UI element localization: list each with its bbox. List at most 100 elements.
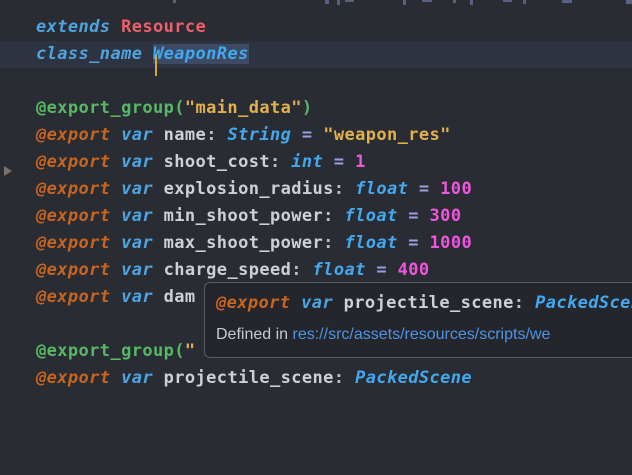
code-editor: extends Resource class_name WeaponRes @exp… bbox=[0, 0, 632, 475]
code-token: @export bbox=[216, 293, 291, 313]
code-token: ) bbox=[301, 98, 313, 118]
code-token: = bbox=[397, 206, 430, 226]
code-token: projectile_scene bbox=[333, 293, 514, 313]
code-line[interactable]: @export var projectile_scene: PackedScen… bbox=[0, 365, 632, 392]
code-token: var bbox=[121, 287, 153, 307]
code-token: float bbox=[355, 179, 409, 199]
code-token: @export bbox=[36, 287, 111, 307]
code-token: 100 bbox=[440, 179, 473, 199]
clipped-glyph-fragment bbox=[403, 0, 406, 5]
code-token: 1 bbox=[355, 152, 366, 172]
code-line[interactable]: @export var name: String = "weapon_res" bbox=[0, 122, 632, 149]
code-token: : bbox=[323, 206, 345, 226]
clipped-glyph-fragment bbox=[626, 0, 632, 4]
code-token: 400 bbox=[397, 260, 430, 280]
code-line[interactable]: class_name WeaponRes bbox=[0, 41, 632, 68]
clipped-glyph-fragment bbox=[453, 0, 456, 3]
code-token: : bbox=[269, 152, 292, 172]
code-token: name bbox=[153, 125, 207, 145]
code-token: @export bbox=[36, 260, 111, 280]
code-token: min_shoot_power bbox=[153, 206, 324, 226]
code-token: @export_group( bbox=[36, 98, 185, 118]
code-token: shoot_cost bbox=[153, 152, 270, 172]
code-token: @export bbox=[36, 368, 111, 388]
code-token: int bbox=[291, 152, 324, 172]
code-token: Resource bbox=[121, 17, 207, 37]
code-token: 1000 bbox=[429, 233, 473, 253]
code-token: = bbox=[365, 260, 398, 280]
code-line[interactable]: @export var shoot_cost: int = 1 bbox=[0, 149, 632, 176]
clipped-glyph-fragment bbox=[523, 0, 526, 4]
code-token: projectile_scene bbox=[153, 368, 334, 388]
code-token: : bbox=[333, 368, 356, 388]
code-token: explosion_radius bbox=[153, 179, 334, 199]
code-token: = bbox=[291, 125, 324, 145]
code-token: "weapon_res" bbox=[323, 125, 451, 145]
code-token: @export bbox=[36, 179, 111, 199]
clipped-glyph-fragment bbox=[325, 0, 329, 4]
code-token: float bbox=[344, 206, 398, 226]
code-token: charge_speed bbox=[153, 260, 292, 280]
tooltip-file-link[interactable]: res://src/assets/resources/scripts/we bbox=[293, 326, 551, 343]
code-token: PackedScene bbox=[535, 293, 632, 313]
code-token: WeaponRes bbox=[153, 44, 249, 64]
code-token: var bbox=[121, 152, 153, 172]
code-token: dam bbox=[153, 287, 196, 307]
code-line[interactable]: @export var charge_speed: float = 400 bbox=[0, 257, 632, 284]
code-line[interactable] bbox=[0, 68, 632, 95]
code-token: var bbox=[121, 125, 153, 145]
clipped-glyph-fragment bbox=[470, 0, 473, 5]
code-token: float bbox=[312, 260, 366, 280]
clipped-glyph-fragment bbox=[503, 0, 512, 2]
tooltip-code-line: @export var projectile_scene: PackedScen… bbox=[216, 290, 632, 316]
code-token: : bbox=[333, 179, 356, 199]
tooltip-defined-in-row: Defined in res://src/assets/resources/sc… bbox=[216, 324, 632, 346]
code-token: : bbox=[323, 233, 345, 253]
code-line[interactable]: extends Resource bbox=[0, 14, 632, 41]
code-token: var bbox=[301, 293, 333, 313]
code-token: @export bbox=[36, 233, 111, 253]
code-token: float bbox=[344, 233, 398, 253]
clipped-glyph-fragment bbox=[345, 0, 354, 2]
code-token: var bbox=[121, 179, 153, 199]
code-token: = bbox=[397, 233, 430, 253]
code-token: : bbox=[513, 293, 536, 313]
code-token: @export bbox=[36, 125, 111, 145]
code-line[interactable]: @export var explosion_radius: float = 10… bbox=[0, 176, 632, 203]
clipped-glyph-fragment bbox=[337, 0, 340, 5]
code-token: @export bbox=[36, 206, 111, 226]
tooltip-defined-in-label: Defined in bbox=[216, 326, 293, 343]
code-token: var bbox=[121, 206, 153, 226]
code-token: 300 bbox=[429, 206, 462, 226]
code-token: = bbox=[408, 179, 441, 199]
code-token: var bbox=[121, 368, 153, 388]
code-line[interactable]: @export var max_shoot_power: float = 100… bbox=[0, 230, 632, 257]
text-caret bbox=[155, 55, 157, 76]
code-token: PackedScene bbox=[355, 368, 473, 388]
code-token: = bbox=[323, 152, 356, 172]
clipped-glyph-fragment bbox=[173, 0, 176, 3]
code-token: class_name bbox=[36, 44, 143, 64]
code-token: String bbox=[227, 125, 292, 145]
code-line[interactable]: @export_group("main_data") bbox=[0, 95, 632, 122]
code-token: extends bbox=[36, 17, 111, 37]
symbol-tooltip: @export var projectile_scene: PackedScen… bbox=[204, 282, 632, 358]
code-token: @export_group( bbox=[36, 341, 185, 361]
code-token: : bbox=[291, 260, 313, 280]
code-token: " bbox=[184, 341, 196, 361]
code-token: var bbox=[121, 260, 153, 280]
clipped-glyph-fragment bbox=[562, 0, 572, 3]
code-token: max_shoot_power bbox=[153, 233, 324, 253]
code-line[interactable]: @export var min_shoot_power: float = 300 bbox=[0, 203, 632, 230]
